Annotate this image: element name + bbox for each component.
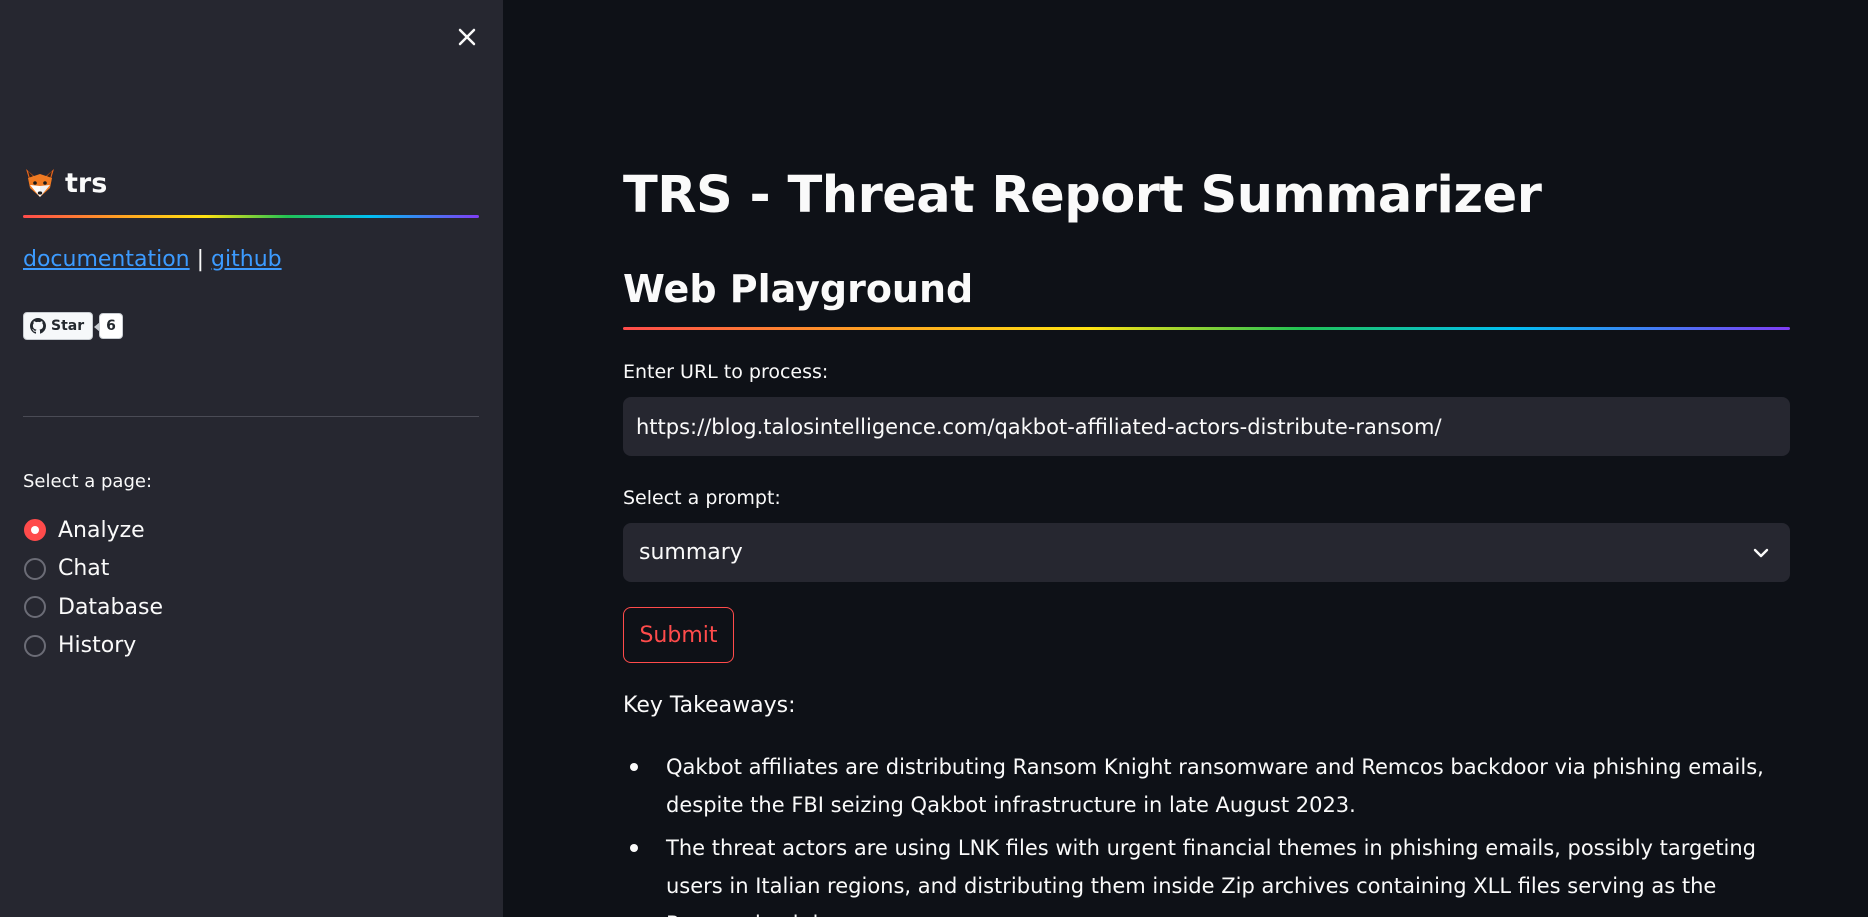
chevron-down-icon xyxy=(1753,548,1769,557)
brand-title: trs xyxy=(65,167,108,199)
sidebar-rainbow-divider xyxy=(23,215,479,218)
fox-icon xyxy=(26,169,54,197)
radio-unchecked-icon xyxy=(24,596,46,619)
url-input-label: Enter URL to process: xyxy=(623,361,829,383)
radio-option-history[interactable]: History xyxy=(24,627,163,666)
section-title: Web Playground xyxy=(623,267,974,311)
url-input[interactable] xyxy=(623,397,1790,456)
radio-unchecked-icon xyxy=(24,634,46,657)
github-star-label: Star xyxy=(51,318,85,334)
prompt-select-label: Select a prompt: xyxy=(623,487,781,509)
documentation-link[interactable]: documentation xyxy=(23,247,190,272)
github-star-button[interactable]: Star xyxy=(23,312,94,340)
radio-label: Chat xyxy=(58,556,110,582)
prompt-select-value: summary xyxy=(639,540,743,565)
github-link[interactable]: github xyxy=(211,247,282,272)
prompt-select[interactable]: summary xyxy=(623,523,1790,582)
radio-option-chat[interactable]: Chat xyxy=(24,550,163,589)
sidebar: trs documentation | github Star 6 Select… xyxy=(0,0,503,917)
radio-label: History xyxy=(58,633,137,659)
radio-label: Analyze xyxy=(58,517,145,543)
radio-unchecked-icon xyxy=(24,557,46,580)
sidebar-divider xyxy=(23,416,479,417)
close-icon xyxy=(458,28,476,46)
app-window: trs documentation | github Star 6 Select… xyxy=(0,0,1868,917)
radio-option-database[interactable]: Database xyxy=(24,588,163,627)
close-sidebar-button[interactable] xyxy=(452,22,482,52)
github-star-widget: Star 6 xyxy=(23,312,123,340)
radio-label: Database xyxy=(58,594,163,620)
sidebar-brand: trs xyxy=(23,166,107,200)
key-takeaways-heading: Key Takeaways: xyxy=(623,693,796,718)
list-item: Qakbot affiliates are distributing Ranso… xyxy=(623,748,1793,824)
page-radio-group: Analyze Chat Database History xyxy=(24,511,163,665)
main-rainbow-divider xyxy=(623,327,1790,330)
sidebar-links: documentation | github xyxy=(23,247,282,272)
github-icon xyxy=(30,318,46,334)
radio-checked-icon xyxy=(24,519,46,542)
links-separator: | xyxy=(196,247,205,272)
submit-button[interactable]: Submit xyxy=(623,607,734,663)
main-panel: TRS - Threat Report Summarizer Web Playg… xyxy=(503,0,1868,917)
radio-option-analyze[interactable]: Analyze xyxy=(24,511,163,550)
takeaways-list: Qakbot affiliates are distributing Ranso… xyxy=(623,748,1793,917)
page-select-label: Select a page: xyxy=(23,471,153,492)
page-title: TRS - Threat Report Summarizer xyxy=(623,166,1542,225)
github-star-count[interactable]: 6 xyxy=(94,313,123,339)
list-item: The threat actors are using LNK files wi… xyxy=(623,829,1793,917)
